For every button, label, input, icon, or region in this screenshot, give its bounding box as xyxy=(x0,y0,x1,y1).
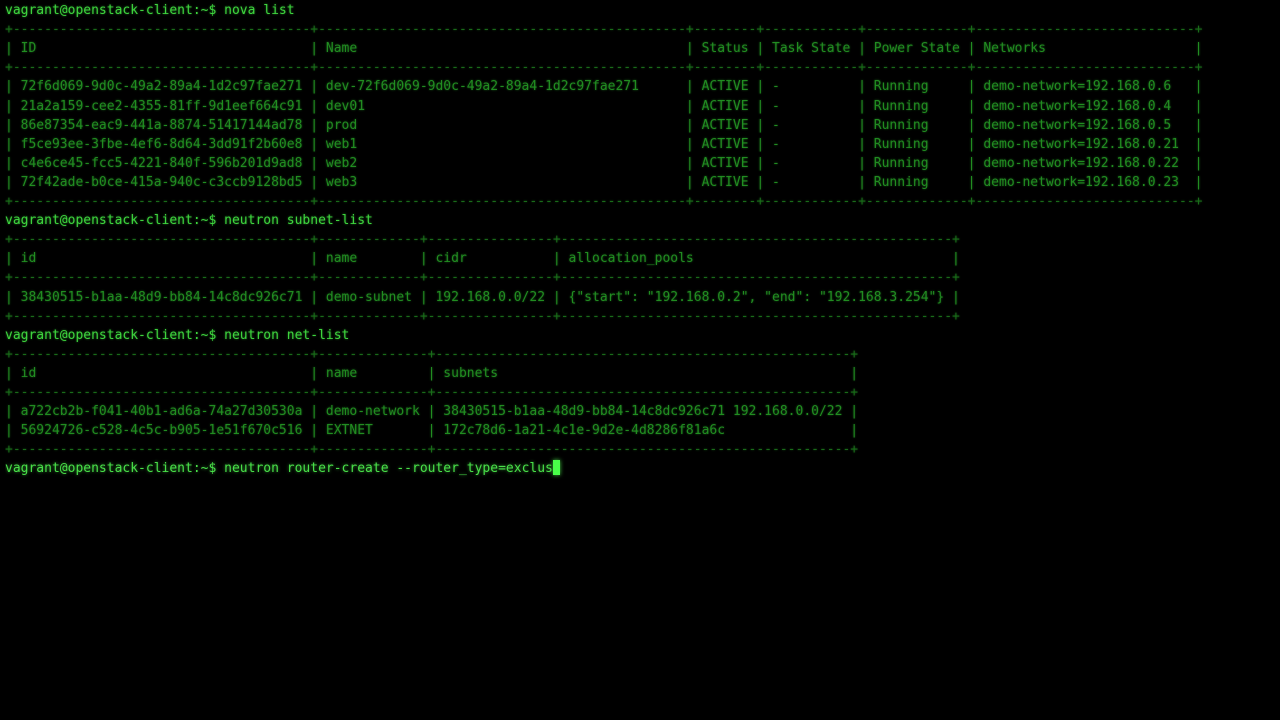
table-border: +--------------------------------------+… xyxy=(5,232,960,248)
table-row: | c4e6ce45-fcc5-4221-840f-596b201d9ad8 |… xyxy=(5,155,1203,171)
table-border: +--------------------------------------+… xyxy=(5,60,1203,76)
table-row: | 38430515-b1aa-48d9-bb84-14c8dc926c71 |… xyxy=(5,289,960,305)
table-row: | a722cb2b-f041-40b1-ad6a-74a27d30530a |… xyxy=(5,404,859,420)
active-command-line[interactable]: vagrant@openstack-client:~$ neutron rout… xyxy=(5,459,560,478)
table-row: | ID | Name | Status | Task State | Powe… xyxy=(5,41,1203,57)
command-line: vagrant@openstack-client:~$ neutron subn… xyxy=(5,213,373,229)
table-border: +--------------------------------------+… xyxy=(5,346,859,362)
table-border: +--------------------------------------+… xyxy=(5,308,960,324)
table-row: | 56924726-c528-4c5c-b905-1e51f670c516 |… xyxy=(5,423,859,439)
table-row: | 21a2a159-cee2-4355-81ff-9d1eef664c91 |… xyxy=(5,98,1203,114)
table-border: +--------------------------------------+… xyxy=(5,442,859,458)
command-line: vagrant@openstack-client:~$ nova list xyxy=(5,3,295,18)
table-row: | id | name | subnets | xyxy=(5,365,859,381)
table-border: +--------------------------------------+… xyxy=(5,22,1203,38)
table-row: | 72f42ade-b0ce-415a-940c-c3ccb9128bd5 |… xyxy=(5,174,1203,190)
table-border: +--------------------------------------+… xyxy=(5,385,859,400)
table-row: | id | name | cidr | allocation_pools | xyxy=(5,251,960,267)
shell-prompt: vagrant@openstack-client:~$ xyxy=(5,461,225,477)
command-input[interactable]: neutron router-create --router_type=excl… xyxy=(224,461,553,476)
table-row: | 72f6d069-9d0c-49a2-89a4-1d2c97fae271 |… xyxy=(5,79,1203,95)
command-line: vagrant@openstack-client:~$ neutron net-… xyxy=(5,327,350,343)
table-border: +--------------------------------------+… xyxy=(5,270,960,286)
table-border: +--------------------------------------+… xyxy=(5,194,1203,209)
terminal-window[interactable]: vagrant@openstack-client:~$ nova list +--… xyxy=(5,0,1275,720)
table-row: | f5ce93ee-3fbe-4ef6-8d64-3dd91f2b60e8 |… xyxy=(5,136,1203,152)
table-row: | 86e87354-eac9-441a-8874-51417144ad78 |… xyxy=(5,117,1203,133)
text-cursor xyxy=(552,460,560,476)
